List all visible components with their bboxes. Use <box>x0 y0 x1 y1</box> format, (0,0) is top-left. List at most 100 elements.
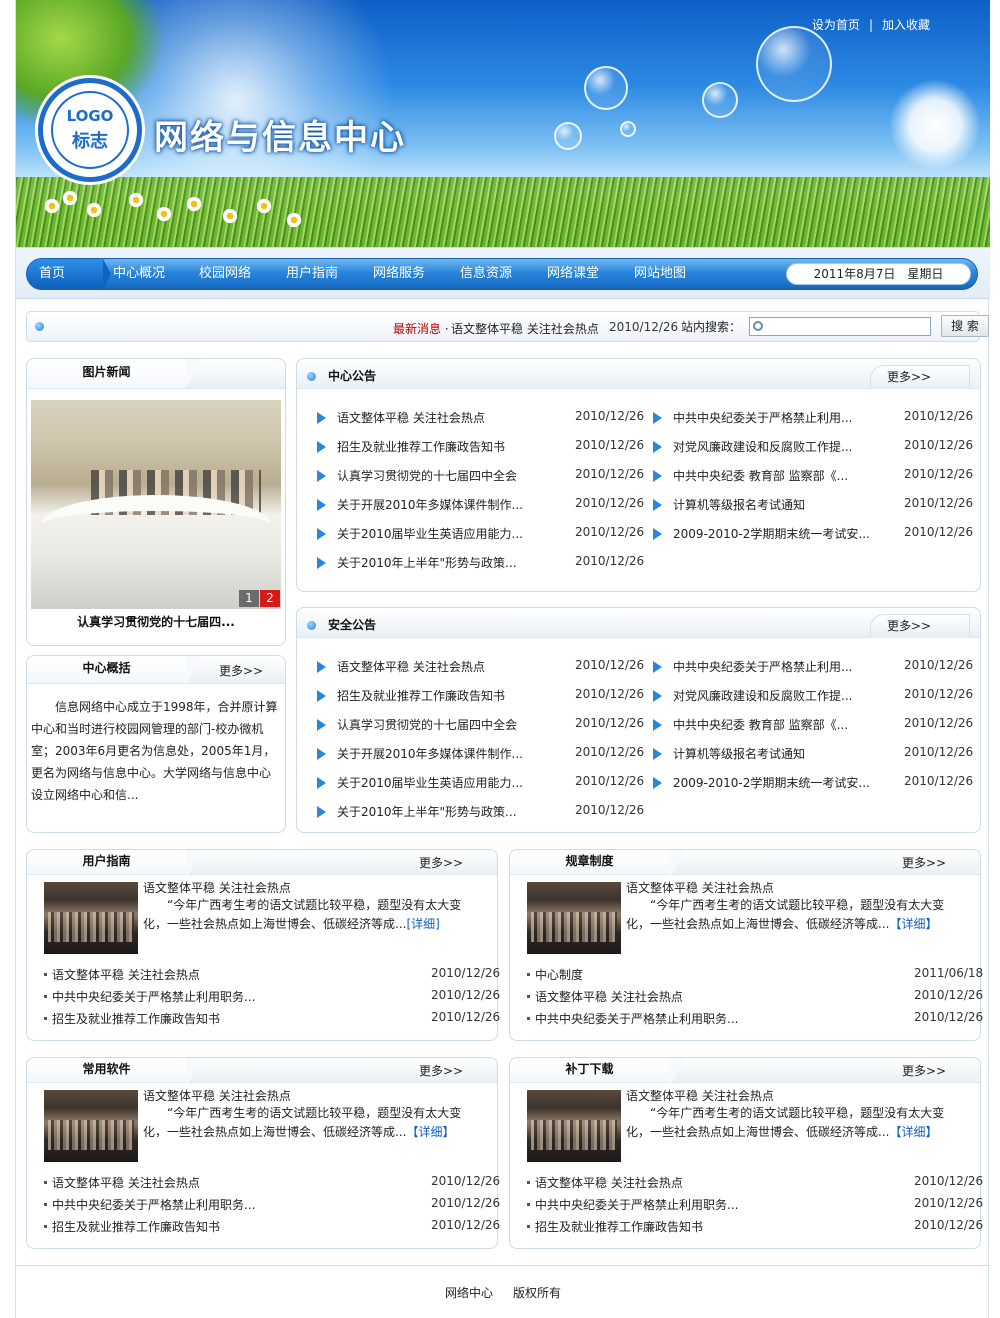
site-logo[interactable]: LOGO 标志 <box>38 78 142 182</box>
bubble-icon <box>702 82 738 118</box>
latest-news-link[interactable]: 语文整体平稳 关注社会热点 <box>451 320 599 337</box>
meeting-table <box>41 495 271 555</box>
box-more-link[interactable]: 更多>> <box>902 1062 946 1079</box>
daisy-icon <box>62 190 78 206</box>
box-title: 补丁下载 <box>510 1058 685 1087</box>
add-favorite-link[interactable]: 加入收藏 <box>882 18 930 32</box>
security-notice-more-link[interactable]: 更多>> <box>870 614 970 638</box>
notice-item[interactable]: 中共中央纪委关于严格禁止利用... 2010/12/26 <box>653 409 973 427</box>
notice-item[interactable]: 关于2010年上半年"形势与政策... 2010/12/26 <box>317 803 644 821</box>
notice-item[interactable]: 对党风廉政建设和反腐败工作提... 2010/12/26 <box>653 687 973 705</box>
box-thumbnail[interactable] <box>527 1090 621 1162</box>
site-title: 网络与信息中心 <box>154 118 406 158</box>
notice-item[interactable]: 招生及就业推荐工作廉政告知书 2010/12/26 <box>317 687 644 705</box>
notice-item[interactable]: 2009-2010-2学期期末统一考试安... 2010/12/26 <box>653 525 973 543</box>
notice-item[interactable]: 中共中央纪委 教育部 监察部《... 2010/12/26 <box>653 467 973 485</box>
notice-item-title: 语文整体平稳 关注社会热点 <box>337 411 485 425</box>
box-headline[interactable]: 语文整体平稳 关注社会热点 <box>626 1087 774 1104</box>
notice-item[interactable]: 语文整体平稳 关注社会热点 2010/12/26 <box>317 658 644 676</box>
notice-item[interactable]: 中共中央纪委关于严格禁止利用... 2010/12/26 <box>653 658 973 676</box>
notice-item[interactable]: 认真学习贯彻党的十七届四中全会 2010/12/26 <box>317 716 644 734</box>
notice-item[interactable]: 关于2010届毕业生英语应用能力... 2010/12/26 <box>317 774 644 792</box>
box-summary: “今年广西考生考的语文试题比较平稳，题型没有太大变化，一些社会热点如上海世博会、… <box>626 1104 950 1142</box>
notice-item[interactable]: 关于开展2010年多媒体课件制作... 2010/12/26 <box>317 745 644 763</box>
triangle-bullet-icon <box>317 690 326 702</box>
top-links-separator: | <box>868 18 873 32</box>
notice-item[interactable]: 2009-2010-2学期期末统一考试安... 2010/12/26 <box>653 774 973 792</box>
box-thumbnail[interactable] <box>527 882 621 954</box>
logo-text-bottom: 标志 <box>72 131 108 152</box>
nav-item-home[interactable]: 首页 <box>27 259 111 289</box>
nav-item-info-resources[interactable]: 信息资源 <box>460 259 512 289</box>
notice-item[interactable]: 对党风廉政建设和反腐败工作提... 2010/12/26 <box>653 438 973 456</box>
search-input[interactable] <box>768 319 928 334</box>
box-list-item-date: 2010/12/26 <box>431 988 501 1002</box>
center-notice-more-link[interactable]: 更多>> <box>870 365 970 389</box>
box-list-item[interactable]: 中共中央纪委关于严格禁止利用职务... 2010/12/26 <box>527 1196 983 1214</box>
notice-item[interactable]: 关于开展2010年多媒体课件制作... 2010/12/26 <box>317 496 644 514</box>
box-list-item[interactable]: 招生及就业推荐工作廉政告知书 2010/12/26 <box>44 1010 500 1028</box>
box-list-item[interactable]: 招生及就业推荐工作廉政告知书 2010/12/26 <box>527 1218 983 1236</box>
box-list-item[interactable]: 语文整体平稳 关注社会热点 2010/12/26 <box>44 1174 500 1192</box>
box-thumbnail[interactable] <box>44 882 138 954</box>
box-list-item[interactable]: 语文整体平稳 关注社会热点 2010/12/26 <box>44 966 500 984</box>
photo-page-1[interactable]: 1 <box>239 590 259 607</box>
notice-item[interactable]: 关于2010年上半年"形势与政策... 2010/12/26 <box>317 554 644 572</box>
search-button[interactable]: 搜 索 <box>941 315 989 337</box>
box-detail-link[interactable]: 【详细】 <box>406 1125 454 1139</box>
notice-item[interactable]: 认真学习贯彻党的十七届四中全会 2010/12/26 <box>317 467 644 485</box>
overview-more-link[interactable]: 更多>> <box>219 662 263 679</box>
panel-header: 补丁下载 更多>> <box>510 1058 980 1087</box>
notice-item[interactable]: 招生及就业推荐工作廉政告知书 2010/12/26 <box>317 438 644 456</box>
box-list-item[interactable]: 中共中央纪委关于严格禁止利用职务... 2010/12/26 <box>527 1010 983 1028</box>
box-list-item-title: 招生及就业推荐工作廉政告知书 <box>52 1012 221 1026</box>
box-more-link[interactable]: 更多>> <box>419 854 463 871</box>
notice-item[interactable]: 计算机等级报名考试通知 2010/12/26 <box>653 496 973 514</box>
box-list-item[interactable]: 中共中央纪委关于严格禁止利用职务... 2010/12/26 <box>44 988 500 1006</box>
box-headline[interactable]: 语文整体平稳 关注社会热点 <box>626 879 774 896</box>
nav-item-user-guide[interactable]: 用户指南 <box>286 259 338 289</box>
notice-item-title: 招生及就业推荐工作廉政告知书 <box>337 440 506 454</box>
panel-header: 中心概括 更多>> <box>27 656 285 685</box>
nav-item-network-services[interactable]: 网络服务 <box>373 259 425 289</box>
box-list-item-date: 2010/12/26 <box>914 1218 984 1232</box>
box-list-item[interactable]: 语文整体平稳 关注社会热点 2010/12/26 <box>527 1174 983 1192</box>
nav-item-overview[interactable]: 中心概况 <box>113 259 165 289</box>
photo-news-caption[interactable]: 认真学习贯彻党的十七届四... <box>27 613 285 630</box>
box-more-link[interactable]: 更多>> <box>419 1062 463 1079</box>
triangle-bullet-icon <box>653 777 662 789</box>
photo-news-image[interactable]: 1 2 <box>31 400 281 609</box>
box-thumbnail[interactable] <box>44 1090 138 1162</box>
notice-item[interactable]: 关于2010届毕业生英语应用能力... 2010/12/26 <box>317 525 644 543</box>
nav-item-network-classroom[interactable]: 网络课堂 <box>547 259 599 289</box>
triangle-bullet-icon <box>317 748 326 760</box>
box-more-link[interactable]: 更多>> <box>902 854 946 871</box>
box-list-item[interactable]: 语文整体平稳 关注社会热点 2010/12/26 <box>527 988 983 1006</box>
notice-item[interactable]: 计算机等级报名考试通知 2010/12/26 <box>653 745 973 763</box>
box-list-item-date: 2010/12/26 <box>914 988 984 1002</box>
main-nav: 首页 中心概况 校园网络 用户指南 网络服务 信息资源 网络课堂 网站地图 20… <box>26 258 978 290</box>
overview-title: 中心概括 <box>27 656 202 685</box>
box-summary: “今年广西考生考的语文试题比较平稳，题型没有太大变化，一些社会热点如上海世博会、… <box>143 896 467 934</box>
nav-item-campus-network[interactable]: 校园网络 <box>199 259 251 289</box>
square-bullet-icon <box>44 973 47 976</box>
box-detail-link[interactable]: 【详细】 <box>889 1125 937 1139</box>
box-headline[interactable]: 语文整体平稳 关注社会热点 <box>143 1087 291 1104</box>
photo-news-title: 图片新闻 <box>27 359 202 388</box>
security-notice-title: 安全公告 <box>307 616 376 633</box>
box-headline[interactable]: 语文整体平稳 关注社会热点 <box>143 879 291 896</box>
box-list-item-title: 语文整体平稳 关注社会热点 <box>52 1176 200 1190</box>
box-detail-link[interactable]: [详细] <box>406 917 439 931</box>
nav-item-sitemap[interactable]: 网站地图 <box>634 259 686 289</box>
box-list-item[interactable]: 中共中央纪委关于严格禁止利用职务... 2010/12/26 <box>44 1196 500 1214</box>
box-detail-link[interactable]: 【详细】 <box>889 917 937 931</box>
box-list-item-date: 2010/12/26 <box>431 1196 501 1210</box>
set-home-link[interactable]: 设为首页 <box>812 18 860 32</box>
bubble-icon <box>620 121 636 137</box>
box-list-item[interactable]: 招生及就业推荐工作廉政告知书 2010/12/26 <box>44 1218 500 1236</box>
notice-item[interactable]: 语文整体平稳 关注社会热点 2010/12/26 <box>317 409 644 427</box>
photo-page-2[interactable]: 2 <box>260 590 280 607</box>
square-bullet-icon <box>527 1225 530 1228</box>
notice-item[interactable]: 中共中央纪委 教育部 监察部《... 2010/12/26 <box>653 716 973 734</box>
box-list-item[interactable]: 中心制度 2011/06/18 <box>527 966 983 984</box>
